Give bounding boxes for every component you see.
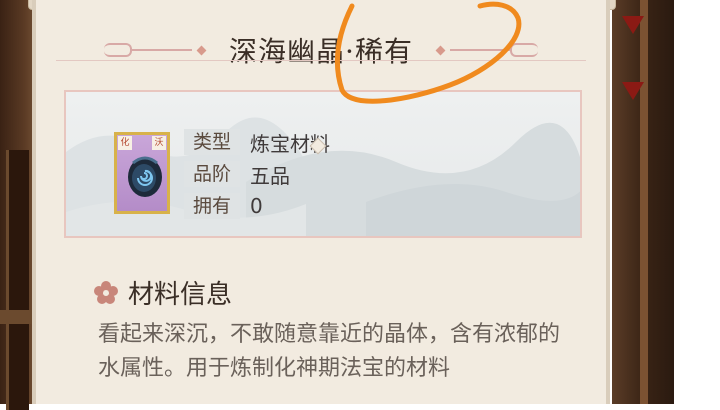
attribute-label: 品阶	[184, 161, 240, 187]
ornament-diamond-icon	[196, 45, 207, 55]
attribute-value: 0	[250, 194, 263, 218]
cloud-ornament-icon	[509, 43, 538, 57]
ornament-line	[449, 49, 510, 51]
cloud-ornament-icon	[104, 43, 133, 57]
attribute-row-owned: 拥有 0	[184, 190, 330, 222]
section-header: 材料信息	[92, 274, 232, 311]
flower-icon	[94, 280, 118, 304]
item-description: 看起来深沉，不敢随意靠近的晶体，含有浓郁的水属性。用于炼制化神期法宝的材料	[98, 322, 561, 381]
icon-corner-tag: 化	[118, 136, 132, 150]
item-info-card: 化 沃 类型 炼宝材料 品阶 五品 拥有 0	[64, 90, 582, 238]
attribute-value: 五品	[250, 163, 290, 188]
title-bar: 深海幽晶·稀有	[36, 28, 606, 72]
spiral-shell-icon	[128, 156, 162, 197]
item-icon-frame[interactable]: 化 沃	[114, 132, 170, 214]
wooden-post	[640, 0, 648, 404]
attribute-list: 类型 炼宝材料 品阶 五品 拥有 0	[184, 126, 330, 222]
item-detail-panel: 深海幽晶·稀有 化 沃 类型 炼宝材料 品阶 五品 拥有 0 材料信息 看起来深…	[32, 0, 610, 404]
screen-margin	[674, 0, 720, 404]
ornament-line	[132, 49, 193, 51]
attribute-row-type: 类型 炼宝材料	[184, 126, 330, 158]
wooden-pole	[6, 150, 29, 410]
title-divider	[56, 60, 586, 61]
ornament-diamond-icon	[435, 45, 446, 55]
attribute-label: 拥有	[184, 193, 240, 219]
attribute-label: 类型	[184, 129, 240, 155]
item-title: 深海幽晶·稀有	[229, 35, 413, 68]
attribute-row-grade: 品阶 五品	[184, 158, 330, 190]
game-background-right	[612, 0, 674, 404]
icon-corner-tag: 沃	[152, 136, 166, 150]
section-title: 材料信息	[128, 280, 233, 310]
